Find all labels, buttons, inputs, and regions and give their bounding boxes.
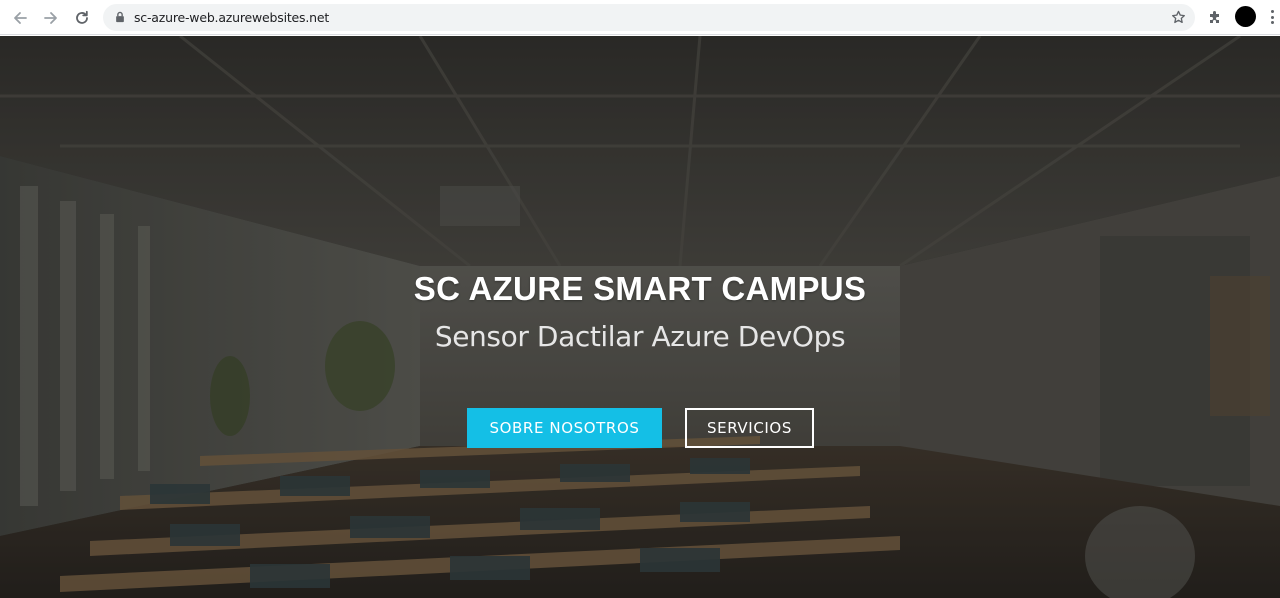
url-text[interactable]: sc-azure-web.azurewebsites.net xyxy=(134,10,329,25)
lock-icon[interactable] xyxy=(113,10,127,24)
back-arrow-icon[interactable] xyxy=(8,6,32,30)
hero-overlay xyxy=(0,36,1280,598)
forward-arrow-icon[interactable] xyxy=(39,6,63,30)
services-button[interactable]: SERVICIOS xyxy=(685,408,814,448)
address-bar[interactable]: sc-azure-web.azurewebsites.net xyxy=(103,4,1195,31)
star-icon[interactable] xyxy=(1170,9,1187,26)
more-vert-icon[interactable] xyxy=(1267,8,1277,26)
puzzle-icon[interactable] xyxy=(1206,8,1224,26)
browser-toolbar: sc-azure-web.azurewebsites.net xyxy=(0,0,1280,35)
hero-title: SC AZURE SMART CAMPUS xyxy=(413,270,867,307)
hero-subtitle: Sensor Dactilar Azure DevOps xyxy=(434,320,846,353)
reload-icon[interactable] xyxy=(70,6,94,30)
about-us-button[interactable]: SOBRE NOSOTROS xyxy=(467,408,662,448)
avatar[interactable] xyxy=(1235,6,1256,27)
hero-section: SC AZURE SMART CAMPUS Sensor Dactilar Az… xyxy=(0,36,1280,598)
